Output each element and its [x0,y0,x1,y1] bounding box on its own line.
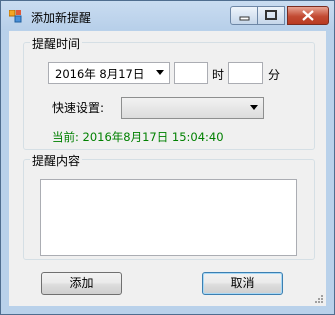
reminder-content-group: 提醒内容 [23,152,315,260]
dialog-window: 添加新提醒 提醒时间 2016年 8月17日 时 分 快速设置: 当前: 201… [0,0,335,315]
hour-input[interactable] [174,62,208,84]
app-window-icon [9,10,22,23]
minimize-button[interactable] [230,6,258,25]
chevron-down-icon [250,105,258,110]
dialog-content: 提醒时间 2016年 8月17日 时 分 快速设置: 当前: 2016年8月17… [9,31,326,306]
reminder-content-legend: 提醒内容 [30,152,83,169]
add-button[interactable]: 添加 [41,272,122,295]
date-value: 2016年 8月17日 [55,67,145,81]
window-title: 添加新提醒 [31,11,92,25]
maximize-button[interactable] [257,6,285,25]
current-time-text: 当前: 2016年8月17日 15:04:40 [52,130,224,144]
chevron-down-icon [156,70,164,75]
cancel-button[interactable]: 取消 [202,272,283,295]
close-button[interactable] [287,6,329,25]
reminder-time-legend: 提醒时间 [30,35,83,52]
quick-setting-dropdown[interactable] [121,97,264,119]
close-icon [302,10,314,21]
date-picker[interactable]: 2016年 8月17日 [48,62,170,84]
add-button-label: 添加 [69,276,94,290]
reminder-content-textarea[interactable] [40,179,297,256]
resize-grip-icon[interactable] [314,294,324,304]
minute-input[interactable] [228,62,263,84]
maximize-icon [265,10,277,20]
cancel-button-label: 取消 [230,276,255,290]
minute-label: 分 [268,68,281,82]
hour-label: 时 [212,68,225,82]
quick-setting-label: 快速设置: [52,101,105,115]
reminder-time-group: 提醒时间 2016年 8月17日 时 分 快速设置: 当前: 2016年8月17… [23,35,315,150]
title-bar[interactable]: 添加新提醒 [1,1,334,30]
minimize-icon [239,16,250,21]
